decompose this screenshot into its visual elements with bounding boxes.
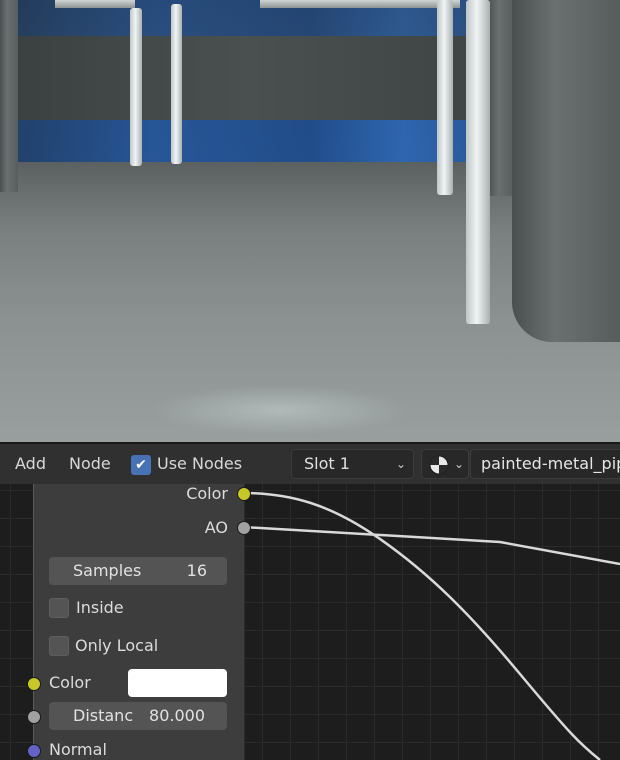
- viewport-pipe-4: [466, 0, 490, 324]
- slot-value: Slot 1: [304, 454, 350, 473]
- material-name-field[interactable]: painted-metal_pip: [470, 449, 620, 479]
- viewport-ceiling-pipe-1: [55, 0, 135, 8]
- inside-checkbox[interactable]: [49, 598, 69, 618]
- ambient-occlusion-node[interactable]: Color AO Samples 16 Inside Only Local Co…: [33, 484, 245, 760]
- color-input-swatch[interactable]: [128, 669, 227, 697]
- use-nodes-label[interactable]: Use Nodes: [157, 444, 242, 484]
- viewport-column-mid: [488, 0, 514, 196]
- distance-value: 80.000: [149, 706, 205, 725]
- distance-input-socket[interactable]: [27, 710, 41, 724]
- distance-label: Distanc: [73, 706, 134, 725]
- chevron-down-icon: ⌄: [454, 457, 465, 471]
- samples-field[interactable]: Samples 16: [49, 557, 227, 585]
- distance-field[interactable]: Distanc 80.000: [49, 702, 227, 730]
- samples-value: 16: [186, 561, 207, 580]
- normal-input-label: Normal: [49, 740, 107, 759]
- color-output-socket[interactable]: [237, 487, 251, 501]
- node-canvas[interactable]: Color AO Samples 16 Inside Only Local Co…: [0, 484, 620, 760]
- viewport-pipe-1: [130, 8, 142, 166]
- material-browse-dropdown[interactable]: ⌄: [421, 449, 469, 479]
- viewport-pipe-3: [437, 0, 453, 195]
- viewport-pipe-2: [171, 4, 182, 164]
- viewport-ceiling-pipe-2: [260, 0, 460, 8]
- slot-dropdown[interactable]: Slot 1 ⌄: [291, 449, 414, 479]
- viewport-floor-reflection: [150, 385, 410, 435]
- material-sphere-icon: [429, 455, 449, 475]
- node-menu[interactable]: Node: [69, 444, 111, 484]
- use-nodes-checkbox[interactable]: ✔: [131, 455, 151, 475]
- 3d-viewport[interactable]: [0, 0, 620, 442]
- color-output-link: [242, 491, 601, 760]
- only-local-checkbox[interactable]: [49, 636, 69, 656]
- add-menu[interactable]: Add: [15, 444, 46, 484]
- color-input-label: Color: [49, 673, 91, 692]
- ao-output-label: AO: [204, 518, 228, 537]
- viewport-column-left: [0, 0, 18, 192]
- only-local-label: Only Local: [75, 636, 159, 655]
- viewport-column-right: [512, 0, 620, 342]
- color-output-label: Color: [186, 484, 228, 503]
- chevron-down-icon: ⌄: [396, 457, 407, 471]
- normal-input-socket[interactable]: [27, 744, 41, 758]
- color-input-socket[interactable]: [27, 677, 41, 691]
- inside-label: Inside: [76, 598, 124, 617]
- ao-output-link: [242, 525, 620, 566]
- samples-label: Samples: [73, 561, 142, 580]
- ao-output-socket[interactable]: [237, 521, 251, 535]
- node-editor-header: Add Node ✔ Use Nodes Slot 1 ⌄ ⌄ painted-…: [0, 442, 620, 484]
